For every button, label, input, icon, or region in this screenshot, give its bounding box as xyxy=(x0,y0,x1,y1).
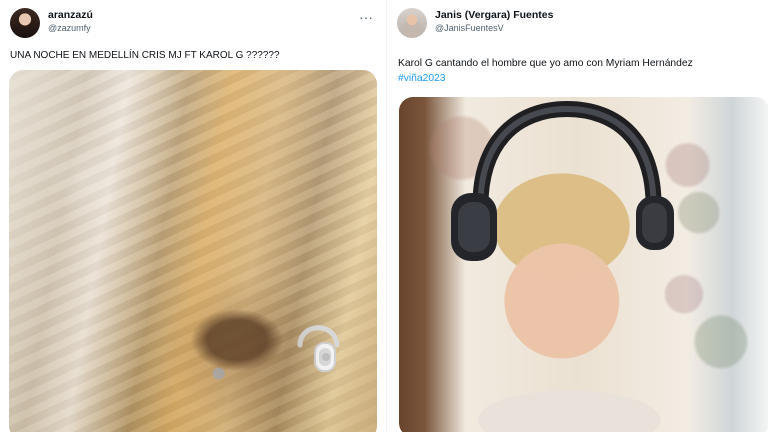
tweet-header: aranzazú @zazumfy ··· xyxy=(10,8,376,40)
tweet-author: aranzazú @zazumfy xyxy=(48,9,93,33)
tweet-header: Janis (Vergara) Fuentes @JanisFuentesV xyxy=(397,8,759,40)
display-name[interactable]: Janis (Vergara) Fuentes xyxy=(435,9,553,21)
tweet-text: Karol G cantando el hombre que yo amo co… xyxy=(398,57,749,87)
tweet-card-right: Janis (Vergara) Fuentes @JanisFuentesV K… xyxy=(386,0,768,432)
headphones-icon xyxy=(297,325,340,372)
tweet-text: UNA NOCHE EN MEDELLÍN CRIS MJ FT KAROL G… xyxy=(10,50,280,61)
more-options-icon: ··· xyxy=(359,9,373,25)
headphones-icon xyxy=(451,101,674,261)
tweet-card-left: aranzazú @zazumfy ··· UNA NOCHE EN MEDEL… xyxy=(0,0,386,432)
hashtag-link[interactable]: #viña2023 xyxy=(398,73,446,84)
tweet-media-image[interactable] xyxy=(9,70,377,432)
avatar[interactable] xyxy=(10,8,40,38)
tweet-author: Janis (Vergara) Fuentes @JanisFuentesV xyxy=(435,9,553,33)
display-name[interactable]: aranzazú xyxy=(48,9,93,21)
handle[interactable]: @JanisFuentesV xyxy=(435,23,553,33)
tweet-comparison-screenshot: aranzazú @zazumfy ··· UNA NOCHE EN MEDEL… xyxy=(0,0,768,432)
tweet-media-image[interactable] xyxy=(399,97,768,432)
tweet-body: Karol G cantando el hombre que yo amo co… xyxy=(398,58,693,69)
handle[interactable]: @zazumfy xyxy=(48,23,93,33)
avatar[interactable] xyxy=(397,8,427,38)
more-options-button[interactable]: ··· xyxy=(356,8,376,26)
